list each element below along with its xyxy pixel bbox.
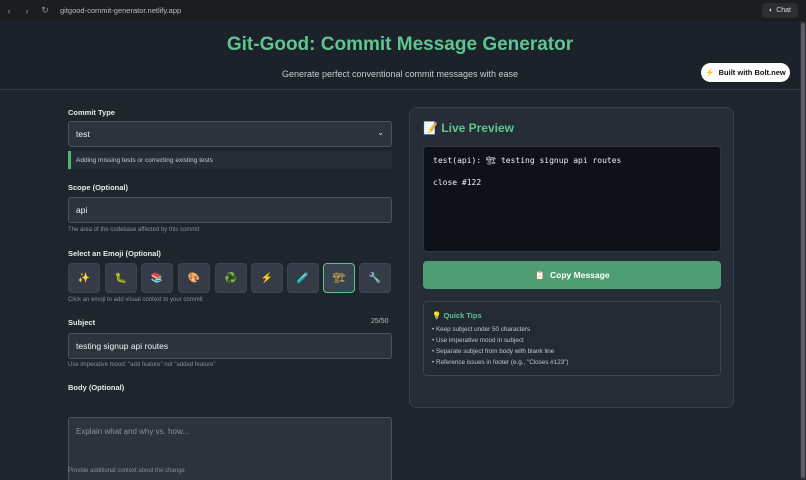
chat-icon: ◐	[768, 7, 774, 14]
emoji-books-button[interactable]: 📚	[141, 263, 173, 293]
reload-icon[interactable]: ↻	[36, 5, 54, 16]
subject-label: Subject	[68, 318, 96, 327]
emoji-test-tube-button[interactable]: 🧪	[287, 263, 319, 293]
commit-type-select[interactable]: test ⌄	[68, 121, 392, 147]
commit-type-label: Commit Type	[68, 108, 115, 117]
commit-preview: test(api): 🏗 testing signup api routes c…	[423, 146, 721, 252]
page-scrollbar[interactable]	[800, 21, 806, 480]
quick-tips-box: 💡 Quick Tips • Keep subject under 50 cha…	[423, 301, 721, 376]
emoji-sparkles-button[interactable]: ✨	[68, 263, 100, 293]
body-label: Body (Optional)	[68, 383, 125, 392]
emoji-palette-button[interactable]: 🎨	[178, 263, 210, 293]
built-with-bolt-button[interactable]: ⚡ Built with Bolt.new	[701, 63, 790, 82]
lightbulb-icon: 💡	[432, 311, 442, 320]
scrollbar-thumb[interactable]	[801, 23, 805, 478]
emoji-bug-button[interactable]: 🐛	[105, 263, 137, 293]
scope-input[interactable]: api	[68, 197, 392, 223]
scope-label: Scope (Optional)	[68, 183, 128, 192]
lightning-icon: ⚡	[705, 68, 715, 77]
copy-message-button[interactable]: 📋 Copy Message	[423, 261, 721, 289]
subject-input[interactable]: testing signup api routes	[68, 333, 392, 359]
quick-tips-label: Quick Tips	[443, 311, 482, 320]
commit-type-value: test	[76, 129, 90, 139]
page-header: Git-Good: Commit Message Generator Gener…	[0, 21, 800, 90]
scope-hint: The area of the codebase affected by thi…	[68, 227, 200, 233]
live-preview-panel: 📝 Live Preview test(api): 🏗 testing sign…	[409, 107, 734, 408]
subject-hint: Use imperative mood: "add feature" not "…	[68, 362, 216, 368]
emoji-wrench-button[interactable]: 🔧	[359, 263, 391, 293]
emoji-recycle-button[interactable]: ♻️	[215, 263, 247, 293]
quick-tips-title: 💡 Quick Tips	[432, 311, 482, 320]
tip-item: • Reference issues in footer (e.g., "Clo…	[432, 359, 569, 366]
back-icon[interactable]: ‹	[0, 6, 18, 16]
preview-subject-line: test(api): 🏗 testing signup api routes	[433, 156, 622, 165]
emoji-picker: ✨ 🐛 📚 🎨 ♻️ ⚡ 🧪 🏗 🔧	[68, 263, 398, 293]
chat-label: Chat	[776, 7, 791, 14]
body-placeholder: Explain what and why vs. how...	[76, 427, 189, 436]
emoji-label: Select an Emoji (Optional)	[68, 249, 161, 258]
commit-type-description: Adding missing tests or correcting exist…	[68, 151, 392, 169]
subject-value: testing signup api routes	[76, 341, 169, 351]
page-subtitle: Generate perfect conventional commit mes…	[281, 69, 519, 79]
emoji-zap-button[interactable]: ⚡	[251, 263, 283, 293]
app-frame: Git-Good: Commit Message Generator Gener…	[0, 21, 800, 480]
subject-character-counter: 25/50	[371, 318, 389, 325]
address-bar[interactable]: gitgood-commit-generator.netlify.app	[60, 6, 181, 15]
chevron-down-icon: ⌄	[377, 128, 384, 137]
emoji-construction-button[interactable]: 🏗	[323, 263, 355, 293]
forward-icon[interactable]: ›	[18, 6, 36, 16]
page-title: Git-Good: Commit Message Generator	[226, 34, 574, 55]
tip-item: • Use imperative mood in subject	[432, 337, 524, 344]
clipboard-icon: 📋	[534, 269, 546, 280]
tip-item: • Separate subject from body with blank …	[432, 348, 555, 355]
body-hint: Provide additional context about the cha…	[68, 468, 185, 474]
browser-toolbar: ‹ › ↻ gitgood-commit-generator.netlify.a…	[0, 0, 806, 21]
live-preview-title: 📝 Live Preview	[423, 121, 514, 135]
chat-button[interactable]: ◐ Chat	[761, 3, 798, 18]
preview-footer-line: close #122	[433, 178, 482, 187]
tip-item: • Keep subject under 50 characters	[432, 326, 531, 333]
preview-blank-line	[433, 167, 711, 178]
copy-message-label: Copy Message	[550, 270, 610, 280]
emoji-hint: Click an emoji to add visual context to …	[68, 297, 203, 303]
built-with-bolt-label: Built with Bolt.new	[718, 68, 786, 77]
scope-value: api	[76, 205, 88, 215]
